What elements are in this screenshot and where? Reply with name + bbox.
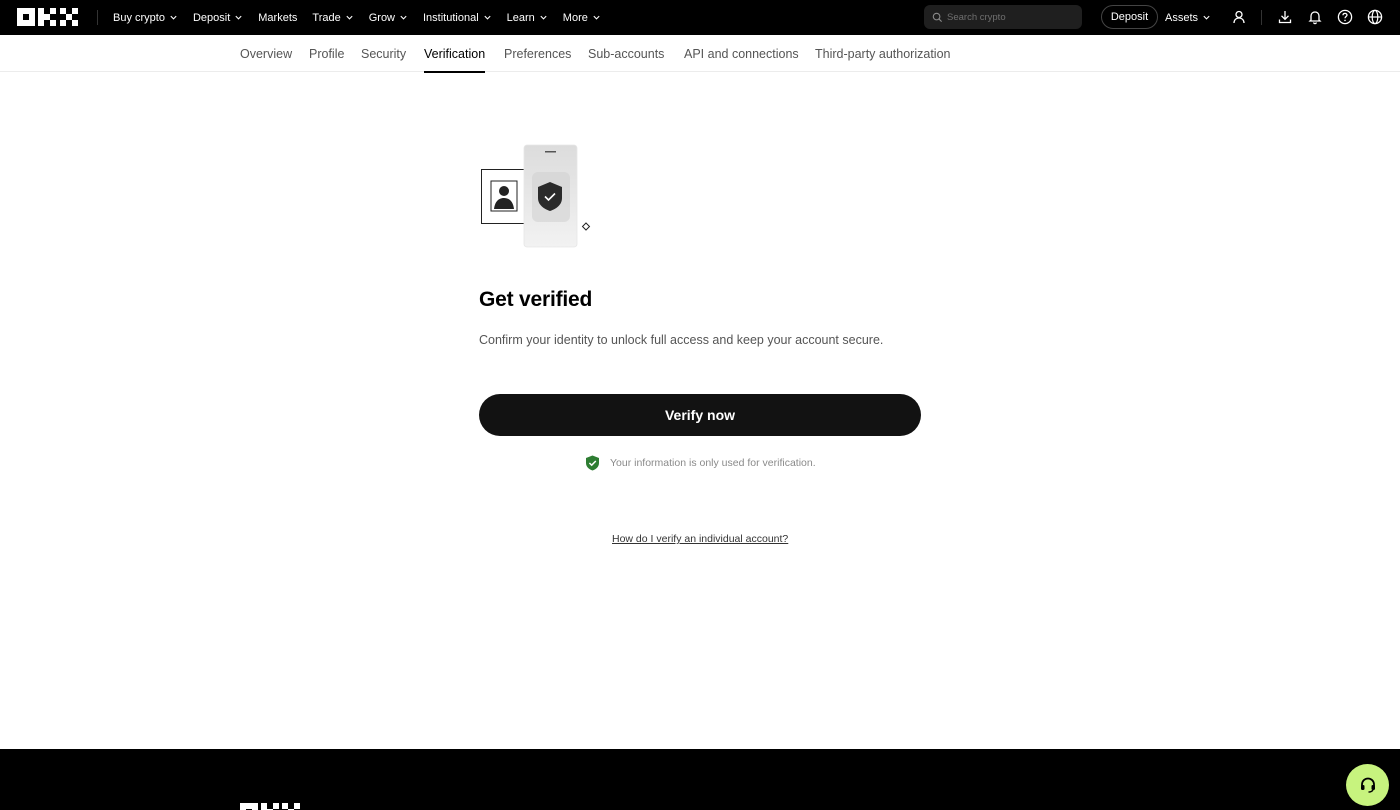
nav-buy-crypto[interactable]: Buy crypto bbox=[113, 12, 178, 24]
bell-icon[interactable] bbox=[1307, 9, 1323, 25]
nav-item-label: Institutional bbox=[423, 11, 479, 24]
footer bbox=[0, 749, 1400, 810]
globe-icon[interactable] bbox=[1367, 9, 1383, 25]
nav-institutional[interactable]: Institutional bbox=[423, 12, 492, 24]
nav-divider bbox=[97, 10, 98, 25]
nav-trade[interactable]: Trade bbox=[312, 12, 353, 24]
nav-markets[interactable]: Markets bbox=[258, 12, 297, 24]
nav-grow[interactable]: Grow bbox=[369, 12, 408, 24]
nav-item-label: Buy crypto bbox=[113, 11, 165, 24]
main-menu: Buy crypto Deposit Markets Trade Grow In… bbox=[113, 0, 616, 35]
chevron-down-icon bbox=[1203, 15, 1210, 20]
tab-verification[interactable]: Verification bbox=[424, 35, 486, 73]
nav-item-label: Deposit bbox=[192, 11, 231, 24]
chevron-down-icon bbox=[593, 15, 600, 20]
nav-item-label: Trade bbox=[312, 11, 341, 24]
user-icon[interactable] bbox=[1231, 9, 1247, 25]
tab-security[interactable]: Security bbox=[361, 35, 406, 72]
assets-menu[interactable]: Assets bbox=[1165, 0, 1211, 35]
tab-preferences[interactable]: Preferences bbox=[504, 35, 571, 72]
nav-item-label: Grow bbox=[368, 11, 395, 24]
tab-sub-accounts[interactable]: Sub-accounts bbox=[588, 35, 664, 72]
deposit-button[interactable]: Deposit bbox=[1101, 5, 1158, 29]
search-input[interactable] bbox=[947, 11, 1077, 23]
tab-third-party-authorization[interactable]: Third-party authorization bbox=[815, 35, 950, 72]
chevron-down-icon bbox=[484, 15, 491, 20]
tab-profile[interactable]: Profile bbox=[309, 35, 344, 72]
nav-item-label: Learn bbox=[506, 11, 535, 24]
chevron-down-icon bbox=[235, 15, 242, 20]
privacy-note: Your information is only used for verifi… bbox=[585, 455, 816, 471]
okx-logo bbox=[240, 803, 300, 810]
tab-overview[interactable]: Overview bbox=[240, 35, 292, 72]
help-link-verify-individual[interactable]: How do I verify an individual account? bbox=[612, 533, 788, 545]
verify-now-button[interactable]: Verify now bbox=[479, 394, 921, 436]
search-box[interactable] bbox=[924, 5, 1082, 29]
privacy-note-text: Your information is only used for verifi… bbox=[610, 457, 816, 469]
nav-learn[interactable]: Learn bbox=[507, 12, 548, 24]
chevron-down-icon bbox=[346, 15, 353, 20]
icon-divider bbox=[1261, 10, 1262, 25]
shield-check-icon bbox=[586, 455, 599, 471]
nav-item-label: More bbox=[562, 11, 588, 24]
chevron-down-icon bbox=[170, 15, 177, 20]
help-icon[interactable] bbox=[1337, 9, 1353, 25]
tab-api-and-connections[interactable]: API and connections bbox=[684, 35, 799, 72]
nav-deposit[interactable]: Deposit bbox=[193, 12, 243, 24]
assets-label: Assets bbox=[1165, 11, 1199, 24]
verification-illustration bbox=[481, 144, 591, 248]
headset-icon bbox=[1360, 777, 1375, 793]
search-icon bbox=[932, 12, 943, 22]
support-chat-button[interactable] bbox=[1346, 764, 1389, 806]
nav-item-label: Markets bbox=[258, 11, 298, 24]
download-icon[interactable] bbox=[1277, 9, 1293, 25]
page-subtitle: Confirm your identity to unlock full acc… bbox=[479, 333, 884, 347]
okx-logo[interactable] bbox=[17, 8, 78, 26]
page-title: Get verified bbox=[479, 288, 593, 311]
chevron-down-icon bbox=[400, 15, 407, 20]
top-nav-bar: Buy crypto Deposit Markets Trade Grow In… bbox=[0, 0, 1400, 35]
account-tabs: Overview Profile Security Verification P… bbox=[0, 35, 1400, 73]
chevron-down-icon bbox=[540, 15, 547, 20]
nav-more[interactable]: More bbox=[563, 12, 601, 24]
